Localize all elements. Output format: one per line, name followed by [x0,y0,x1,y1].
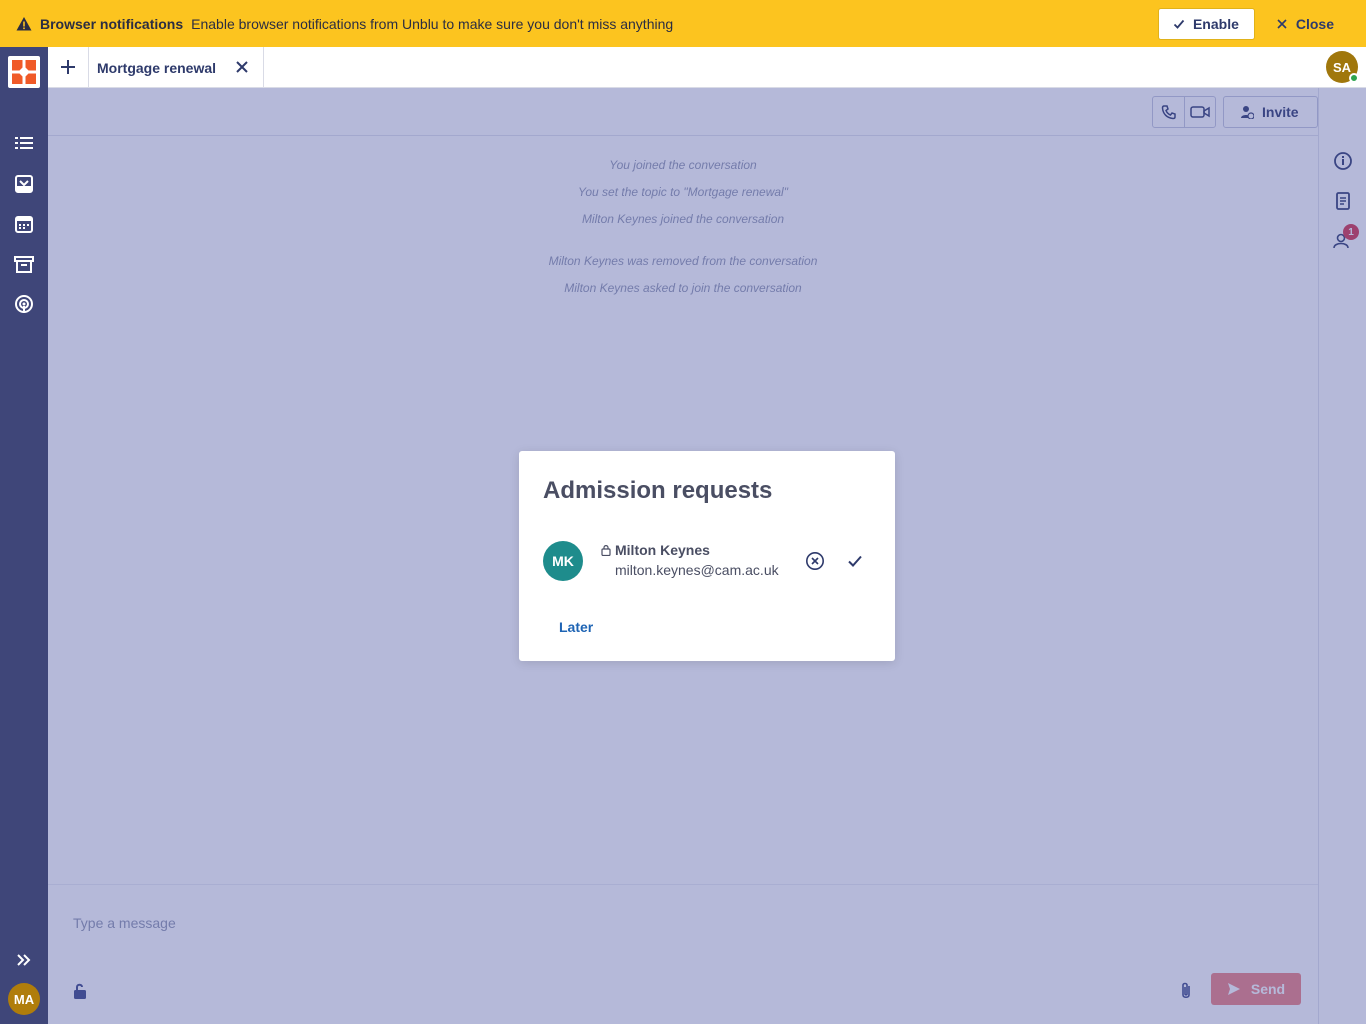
list-icon[interactable] [13,133,35,155]
tab-bar: Mortgage renewal SA [48,47,1366,88]
left-sidebar: MA [0,47,48,1024]
later-button[interactable]: Later [559,619,593,635]
requester-avatar: MK [543,541,583,581]
requester-email: milton.keynes@cam.ac.uk [615,562,779,578]
plus-icon [61,60,75,74]
enable-label: Enable [1192,15,1239,32]
close-tab-icon[interactable] [235,60,249,74]
check-icon [1173,19,1185,29]
warning-icon [16,16,32,30]
banner-message: Enable browser notifications from Unblu … [191,15,674,32]
banner-title: Browser notifications [40,15,184,32]
close-label: Close [1295,15,1334,32]
double-chevron-right-icon[interactable] [13,949,35,971]
new-tab-button[interactable] [48,47,88,87]
enable-button[interactable]: Enable [1157,7,1255,40]
admission-requests-dialog: Admission requests MK Milton Keynes milt… [519,451,895,661]
close-icon [1277,18,1287,29]
calendar-icon[interactable] [13,213,35,235]
unblu-logo-icon [12,60,36,84]
inbox-icon[interactable] [13,173,35,195]
agent-avatar[interactable]: SA [1326,51,1359,83]
online-status-indicator [1349,73,1359,83]
archive-icon[interactable] [13,253,35,275]
notification-banner: Browser notifications Enable browser not… [0,0,1366,47]
broadcast-icon[interactable] [13,293,35,315]
app-logo[interactable] [8,56,40,88]
agent-initials: SA [1332,59,1352,75]
user-avatar[interactable]: MA [8,983,40,1015]
dialog-title: Admission requests [543,477,773,504]
tab-mortgage-renewal[interactable]: Mortgage renewal [88,47,264,88]
close-banner-button[interactable]: Close [1261,8,1350,40]
requester-name: Milton Keynes [615,542,710,558]
tab-label: Mortgage renewal [97,59,217,76]
accept-request-icon[interactable] [846,552,864,570]
lock-icon [601,545,611,556]
deny-request-icon[interactable] [805,551,825,571]
